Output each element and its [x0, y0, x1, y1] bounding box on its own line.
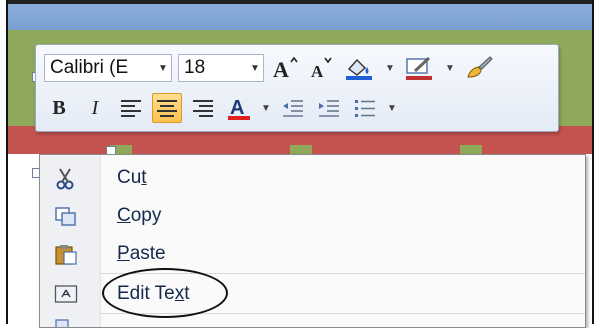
svg-text:A: A — [230, 97, 244, 119]
svg-text:A: A — [273, 57, 289, 80]
chevron-down-icon[interactable]: ▼ — [444, 63, 456, 74]
format-painter-icon[interactable] — [462, 53, 496, 83]
mini-toolbar: Calibri (E ▼ 18 ▼ A A ▼ ▼ B I A ▼ ▼ — [35, 44, 559, 132]
menu-item-label: Copy — [117, 205, 162, 226]
menu-item-label: Cut — [117, 167, 147, 188]
font-size-value: 18 — [184, 57, 206, 78]
copy-icon — [54, 205, 78, 227]
partial-menu-icon — [54, 315, 78, 327]
mini-toolbar-row-2: B I A ▼ ▼ — [44, 91, 398, 125]
paste-icon — [54, 243, 78, 265]
align-left-icon[interactable] — [116, 93, 146, 123]
decrease-indent-icon[interactable] — [278, 93, 308, 123]
slide-title-band — [8, 4, 594, 31]
font-name-value: Calibri (E — [50, 57, 129, 78]
font-size-combo[interactable]: 18 ▼ — [178, 54, 264, 82]
align-right-icon[interactable] — [188, 93, 218, 123]
bullets-icon[interactable] — [350, 93, 380, 123]
font-color-icon[interactable]: A — [224, 93, 254, 123]
chevron-down-icon[interactable]: ▼ — [384, 63, 396, 74]
scissors-icon — [54, 167, 78, 190]
mini-toolbar-row-1: Calibri (E ▼ 18 ▼ A A ▼ ▼ — [44, 51, 496, 85]
align-center-icon[interactable] — [152, 93, 182, 123]
slide-right-border — [592, 0, 594, 324]
chevron-down-icon[interactable]: ▼ — [155, 63, 171, 74]
chevron-down-icon[interactable]: ▼ — [386, 103, 398, 114]
bold-button[interactable]: B — [44, 93, 74, 123]
menu-item-label: Paste — [117, 243, 166, 264]
menu-item-paste[interactable]: Paste — [40, 235, 585, 273]
chevron-down-icon[interactable]: ▼ — [247, 63, 263, 74]
font-name-combo[interactable]: Calibri (E ▼ — [44, 54, 172, 82]
line-color-icon[interactable] — [402, 53, 438, 83]
shrink-font-icon[interactable]: A — [306, 53, 336, 83]
edit-text-icon — [54, 283, 78, 305]
fill-color-icon[interactable] — [342, 53, 378, 83]
slide-left-border — [6, 0, 8, 324]
svg-text:A: A — [311, 62, 324, 80]
grow-font-icon[interactable]: A — [270, 53, 300, 83]
menu-item-copy[interactable]: Copy — [40, 197, 585, 235]
increase-indent-icon[interactable] — [314, 93, 344, 123]
italic-button[interactable]: I — [80, 93, 110, 123]
highlight-ellipse — [102, 268, 228, 318]
menu-item-cut[interactable]: Cut — [40, 159, 585, 197]
chevron-down-icon[interactable]: ▼ — [260, 103, 272, 114]
